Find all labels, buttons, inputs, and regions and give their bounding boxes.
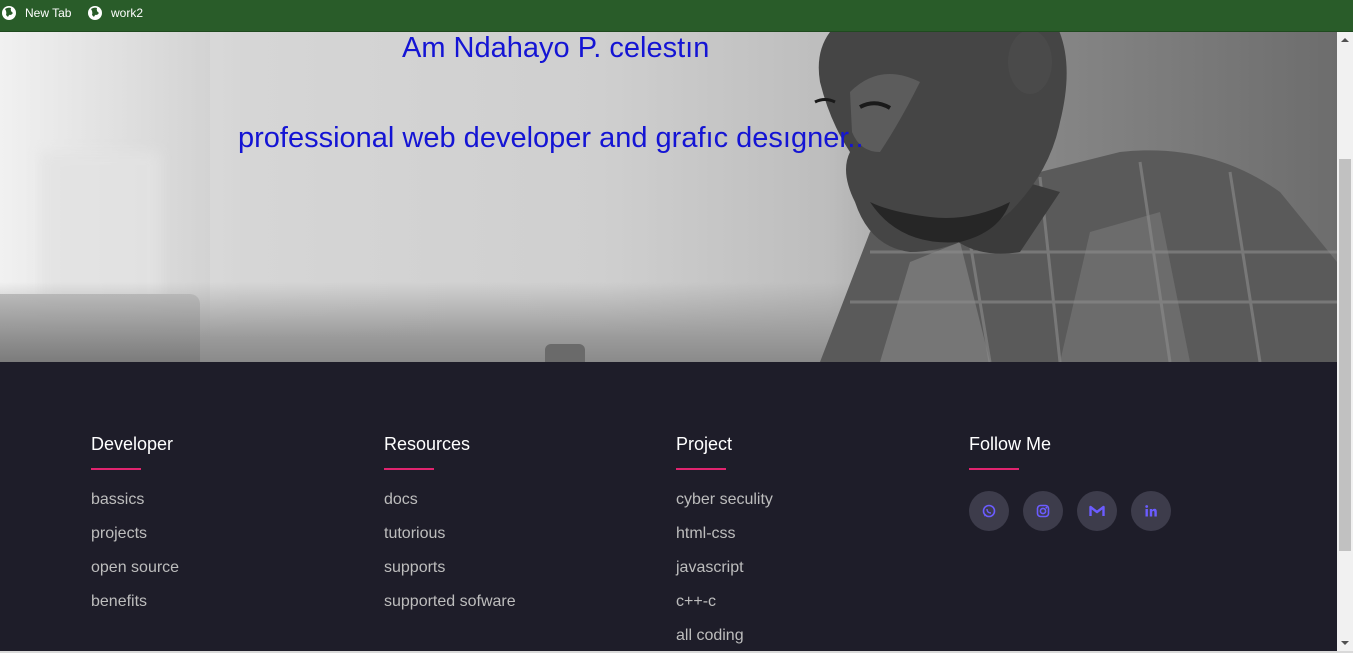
hero-person-photo xyxy=(814,32,1337,362)
vertical-scrollbar[interactable] xyxy=(1337,32,1353,651)
footer-link[interactable]: open source xyxy=(91,557,179,591)
scroll-down-arrow-icon[interactable] xyxy=(1337,635,1353,651)
bookmark-work2[interactable]: work2 xyxy=(88,4,143,22)
gmail-button[interactable] xyxy=(1077,491,1117,531)
footer-link-list: bassics projects open source benefits xyxy=(91,489,179,625)
hero-mug xyxy=(545,344,585,362)
footer-link-list: docs tutorious supports supported sofwar… xyxy=(384,489,516,625)
footer-link[interactable]: benefits xyxy=(91,591,179,625)
hero-subtitle: professional web developer and grafıc de… xyxy=(238,122,864,154)
page-viewport: Am Ndahayo P. celestın professional web … xyxy=(0,32,1337,651)
bookmark-new-tab[interactable]: New Tab xyxy=(2,4,71,22)
social-links xyxy=(969,491,1185,531)
instagram-button[interactable] xyxy=(1023,491,1063,531)
linkedin-icon xyxy=(1145,505,1157,517)
footer-heading: Resources xyxy=(384,434,516,470)
instagram-icon xyxy=(1036,504,1050,518)
bookmark-label: work2 xyxy=(111,6,144,20)
whatsapp-icon xyxy=(982,504,996,518)
footer-link[interactable]: supported sofware xyxy=(384,591,516,625)
footer-link-list: cyber seculity html-css javascript c++-c… xyxy=(676,489,773,651)
scroll-up-arrow-icon[interactable] xyxy=(1337,32,1353,48)
linkedin-button[interactable] xyxy=(1131,491,1171,531)
footer-link[interactable]: javascript xyxy=(676,557,773,591)
footer-link[interactable]: supports xyxy=(384,557,516,591)
footer-column-follow: Follow Me xyxy=(969,434,1185,531)
hero-section: Am Ndahayo P. celestın professional web … xyxy=(0,32,1337,362)
site-footer: Developer bassics projects open source b… xyxy=(0,362,1337,651)
footer-link[interactable]: c++-c xyxy=(676,591,773,625)
footer-link[interactable]: docs xyxy=(384,489,516,523)
footer-link[interactable]: cyber seculity xyxy=(676,489,773,523)
bookmark-label: New Tab xyxy=(25,6,72,20)
footer-column-resources: Resources docs tutorious supports suppor… xyxy=(384,434,516,625)
whatsapp-button[interactable] xyxy=(969,491,1009,531)
footer-heading: Developer xyxy=(91,434,179,470)
globe-icon xyxy=(2,6,16,20)
globe-icon xyxy=(88,6,102,20)
footer-link[interactable]: all coding xyxy=(676,625,773,651)
hero-laptop xyxy=(0,294,200,362)
footer-link[interactable]: bassics xyxy=(91,489,179,523)
footer-column-developer: Developer bassics projects open source b… xyxy=(91,434,179,625)
scrollbar-thumb[interactable] xyxy=(1339,159,1351,551)
footer-column-project: Project cyber seculity html-css javascri… xyxy=(676,434,773,651)
footer-heading: Project xyxy=(676,434,773,470)
hero-title: Am Ndahayo P. celestın xyxy=(402,32,710,64)
footer-heading: Follow Me xyxy=(969,434,1185,470)
bookmarks-bar: New Tab work2 xyxy=(0,0,1353,32)
footer-link[interactable]: projects xyxy=(91,523,179,557)
footer-link[interactable]: tutorious xyxy=(384,523,516,557)
gmail-icon xyxy=(1089,505,1105,516)
footer-link[interactable]: html-css xyxy=(676,523,773,557)
